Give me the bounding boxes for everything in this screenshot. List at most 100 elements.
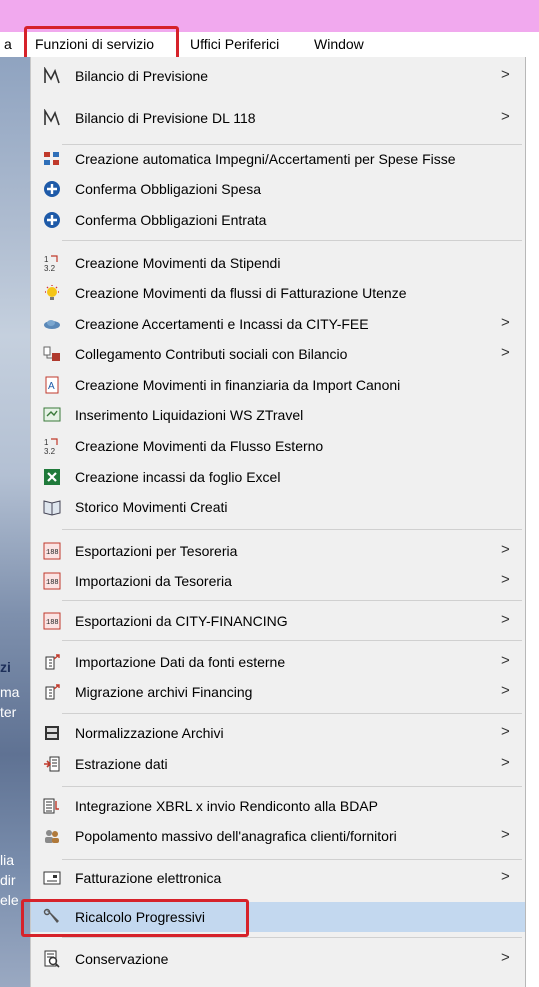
menu-item-label: Bilancio di Previsione — [75, 68, 209, 84]
submenu-arrow-icon: > — [501, 66, 510, 83]
invoice-icon — [43, 871, 61, 885]
submenu-arrow-icon: > — [501, 868, 510, 885]
menu-item-label: Esportazioni da CITY-FINANCING — [75, 613, 288, 629]
menu-item-creazione-movimenti-da-stipendi[interactable]: 1 3.2 Creazione Movimenti da Stipendi — [31, 248, 525, 278]
menu-item-normalizzazione-archivi[interactable]: Normalizzazione Archivi > — [31, 718, 525, 748]
menu-separator — [62, 786, 522, 787]
menu-item-label: Importazione Dati da fonti esterne — [75, 654, 286, 670]
menu-item-importazione-dati-fonti-esterne[interactable]: Importazione Dati da fonti esterne > — [31, 647, 525, 677]
submenu-arrow-icon: > — [501, 541, 510, 558]
import-icon — [45, 684, 60, 700]
menu-item-label: Conferma Obbligazioni Entrata — [75, 212, 267, 228]
menubar-item-uffici-periferici[interactable]: Uffici Periferici — [190, 36, 279, 52]
calc-icon: 188 — [43, 542, 61, 560]
menu-item-label: Creazione Accertamenti e Incassi da CITY… — [75, 316, 369, 332]
menu-item-popolamento-massivo-anagrafica[interactable]: Popolamento massivo dell'anagrafica clie… — [31, 821, 525, 851]
menu-item-creazione-automatica-impegni[interactable]: Creazione automatica Impegni/Accertament… — [31, 144, 525, 174]
menu-item-label: Estrazione dati — [75, 756, 168, 772]
menu-item-label: Creazione automatica Impegni/Accertament… — [75, 151, 456, 167]
menu-item-inserimento-liquidazioni-ztravel[interactable]: Inserimento Liquidazioni WS ZTravel — [31, 400, 525, 430]
menubar-item-window[interactable]: Window — [314, 36, 364, 52]
menu-item-label: Creazione Movimenti da Stipendi — [75, 255, 281, 271]
background-fragment: dir — [0, 872, 16, 888]
menu-item-conferma-obbligazioni-spesa[interactable]: Conferma Obbligazioni Spesa — [31, 174, 525, 204]
book-icon — [43, 500, 61, 516]
menu-item-label: Inserimento Liquidazioni WS ZTravel — [75, 407, 304, 423]
menubar-item-partial[interactable]: a — [4, 36, 12, 52]
menu-item-label: Creazione Movimenti da Flusso Esterno — [75, 438, 324, 454]
menu-separator — [62, 600, 522, 601]
menu-shadow-strip — [526, 57, 539, 987]
menu-item-label: Importazioni da Tesoreria — [75, 573, 232, 589]
background-window: zi ma ter lia dir ele — [0, 57, 30, 987]
menu-item-integrazione-xbrl[interactable]: Integrazione XBRL x invio Rendiconto all… — [31, 791, 525, 821]
svg-text:3.2: 3.2 — [44, 264, 56, 272]
menu-item-label: Creazione Movimenti in finanziaria da Im… — [75, 377, 401, 393]
magnifier-doc-icon — [44, 950, 60, 968]
import-icon — [45, 654, 60, 670]
numbers-icon: 13.2 — [44, 255, 58, 272]
menu-item-bilancio-di-previsione[interactable]: Bilancio di Previsione > — [31, 61, 525, 91]
menu-separator — [62, 937, 522, 938]
submenu-arrow-icon: > — [501, 314, 510, 331]
menu-item-creazione-movimenti-flusso-esterno[interactable]: 1 3.2 Creazione Movimenti da Flusso Ester… — [31, 431, 525, 461]
menu-item-importazioni-da-tesoreria[interactable]: 188 Importazioni da Tesoreria > — [31, 566, 525, 596]
menu-item-label: Collegamento Contributi sociali con Bila… — [75, 346, 348, 362]
travel-icon — [43, 407, 61, 422]
list-arrow-icon — [43, 798, 59, 814]
calc-icon: 188 — [43, 612, 61, 630]
link-docs-icon — [43, 346, 60, 361]
bulb-icon — [45, 285, 59, 300]
menu-item-label: Conferma Obbligazioni Spesa — [75, 181, 261, 197]
chart-line-icon — [44, 109, 60, 126]
menu-item-esportazioni-city-financing[interactable]: 188 Esportazioni da CITY-FINANCING > — [31, 606, 525, 636]
cloud-icon — [44, 320, 60, 329]
menu-item-migrazione-archivi-financing[interactable]: Migrazione archivi Financing > — [31, 677, 525, 707]
menu-item-label: Migrazione archivi Financing — [75, 684, 253, 700]
menu-item-label: Esportazioni per Tesoreria — [75, 543, 238, 559]
archive-icon — [45, 726, 59, 740]
menu-item-creazione-accertamenti-city-fee[interactable]: Creazione Accertamenti e Incassi da CITY… — [31, 309, 525, 339]
submenu-arrow-icon: > — [501, 826, 510, 843]
menu-item-label: Bilancio di Previsione DL 118 — [75, 110, 256, 126]
menu-item-label: Normalizzazione Archivi — [75, 725, 224, 741]
menu-item-fatturazione-elettronica[interactable]: Fatturazione elettronica > — [31, 863, 525, 893]
menu-separator — [62, 240, 522, 241]
menu-item-label: Popolamento massivo dell'anagrafica clie… — [75, 828, 397, 844]
numbers-icon: 13.2 — [44, 438, 58, 455]
submenu-arrow-icon: > — [501, 682, 510, 699]
menu-item-bilancio-di-previsione-dl-118[interactable]: Bilancio di Previsione DL 118 > — [31, 103, 525, 133]
menu-item-estrazione-dati[interactable]: Estrazione dati > — [31, 749, 525, 779]
menu-item-conservazione[interactable]: Conservazione > — [31, 944, 525, 974]
people-icon — [45, 830, 59, 843]
menu-item-conferma-obbligazioni-entrata[interactable]: Conferma Obbligazioni Entrata — [31, 205, 525, 235]
menu-item-collegamento-contributi-sociali[interactable]: Collegamento Contributi sociali con Bila… — [31, 339, 525, 369]
grid-flow-icon — [44, 152, 59, 165]
menu-item-esportazioni-per-tesoreria[interactable]: 188 Esportazioni per Tesoreria > — [31, 536, 525, 566]
menu-separator — [62, 713, 522, 714]
background-fragment: lia — [0, 852, 15, 868]
menu-item-creazione-movimenti-fatturazione-utenze[interactable]: Creazione Movimenti da flussi di Fattura… — [31, 278, 525, 308]
menu-item-creazione-incassi-excel[interactable]: Creazione incassi da foglio Excel — [31, 462, 525, 492]
menu-separator — [62, 529, 522, 530]
background-fragment: ele — [0, 892, 19, 908]
menu-item-label: Fatturazione elettronica — [75, 870, 222, 886]
highlight-box-ricalcolo — [21, 899, 249, 937]
menu-item-storico-movimenti-creati[interactable]: Storico Movimenti Creati — [31, 492, 525, 522]
menu-item-label: Creazione incassi da foglio Excel — [75, 469, 281, 485]
background-fragment: ter — [0, 704, 17, 720]
svg-text:1: 1 — [44, 438, 49, 447]
calc-icon: 188 — [43, 572, 61, 590]
svg-text:188: 188 — [46, 619, 59, 627]
menu-separator — [62, 640, 522, 641]
menu-separator — [62, 859, 522, 860]
svg-text:A: A — [48, 381, 55, 392]
extract-icon — [44, 756, 60, 772]
submenu-arrow-icon: > — [501, 571, 510, 588]
menu-item-creazione-movimenti-import-canoni[interactable]: A Creazione Movimenti in finanziaria da … — [31, 370, 525, 400]
document-a-icon: A — [45, 376, 59, 394]
submenu-arrow-icon: > — [501, 652, 510, 669]
excel-icon — [44, 469, 60, 485]
svg-text:3.2: 3.2 — [44, 447, 56, 455]
plus-circle-icon — [44, 181, 60, 197]
